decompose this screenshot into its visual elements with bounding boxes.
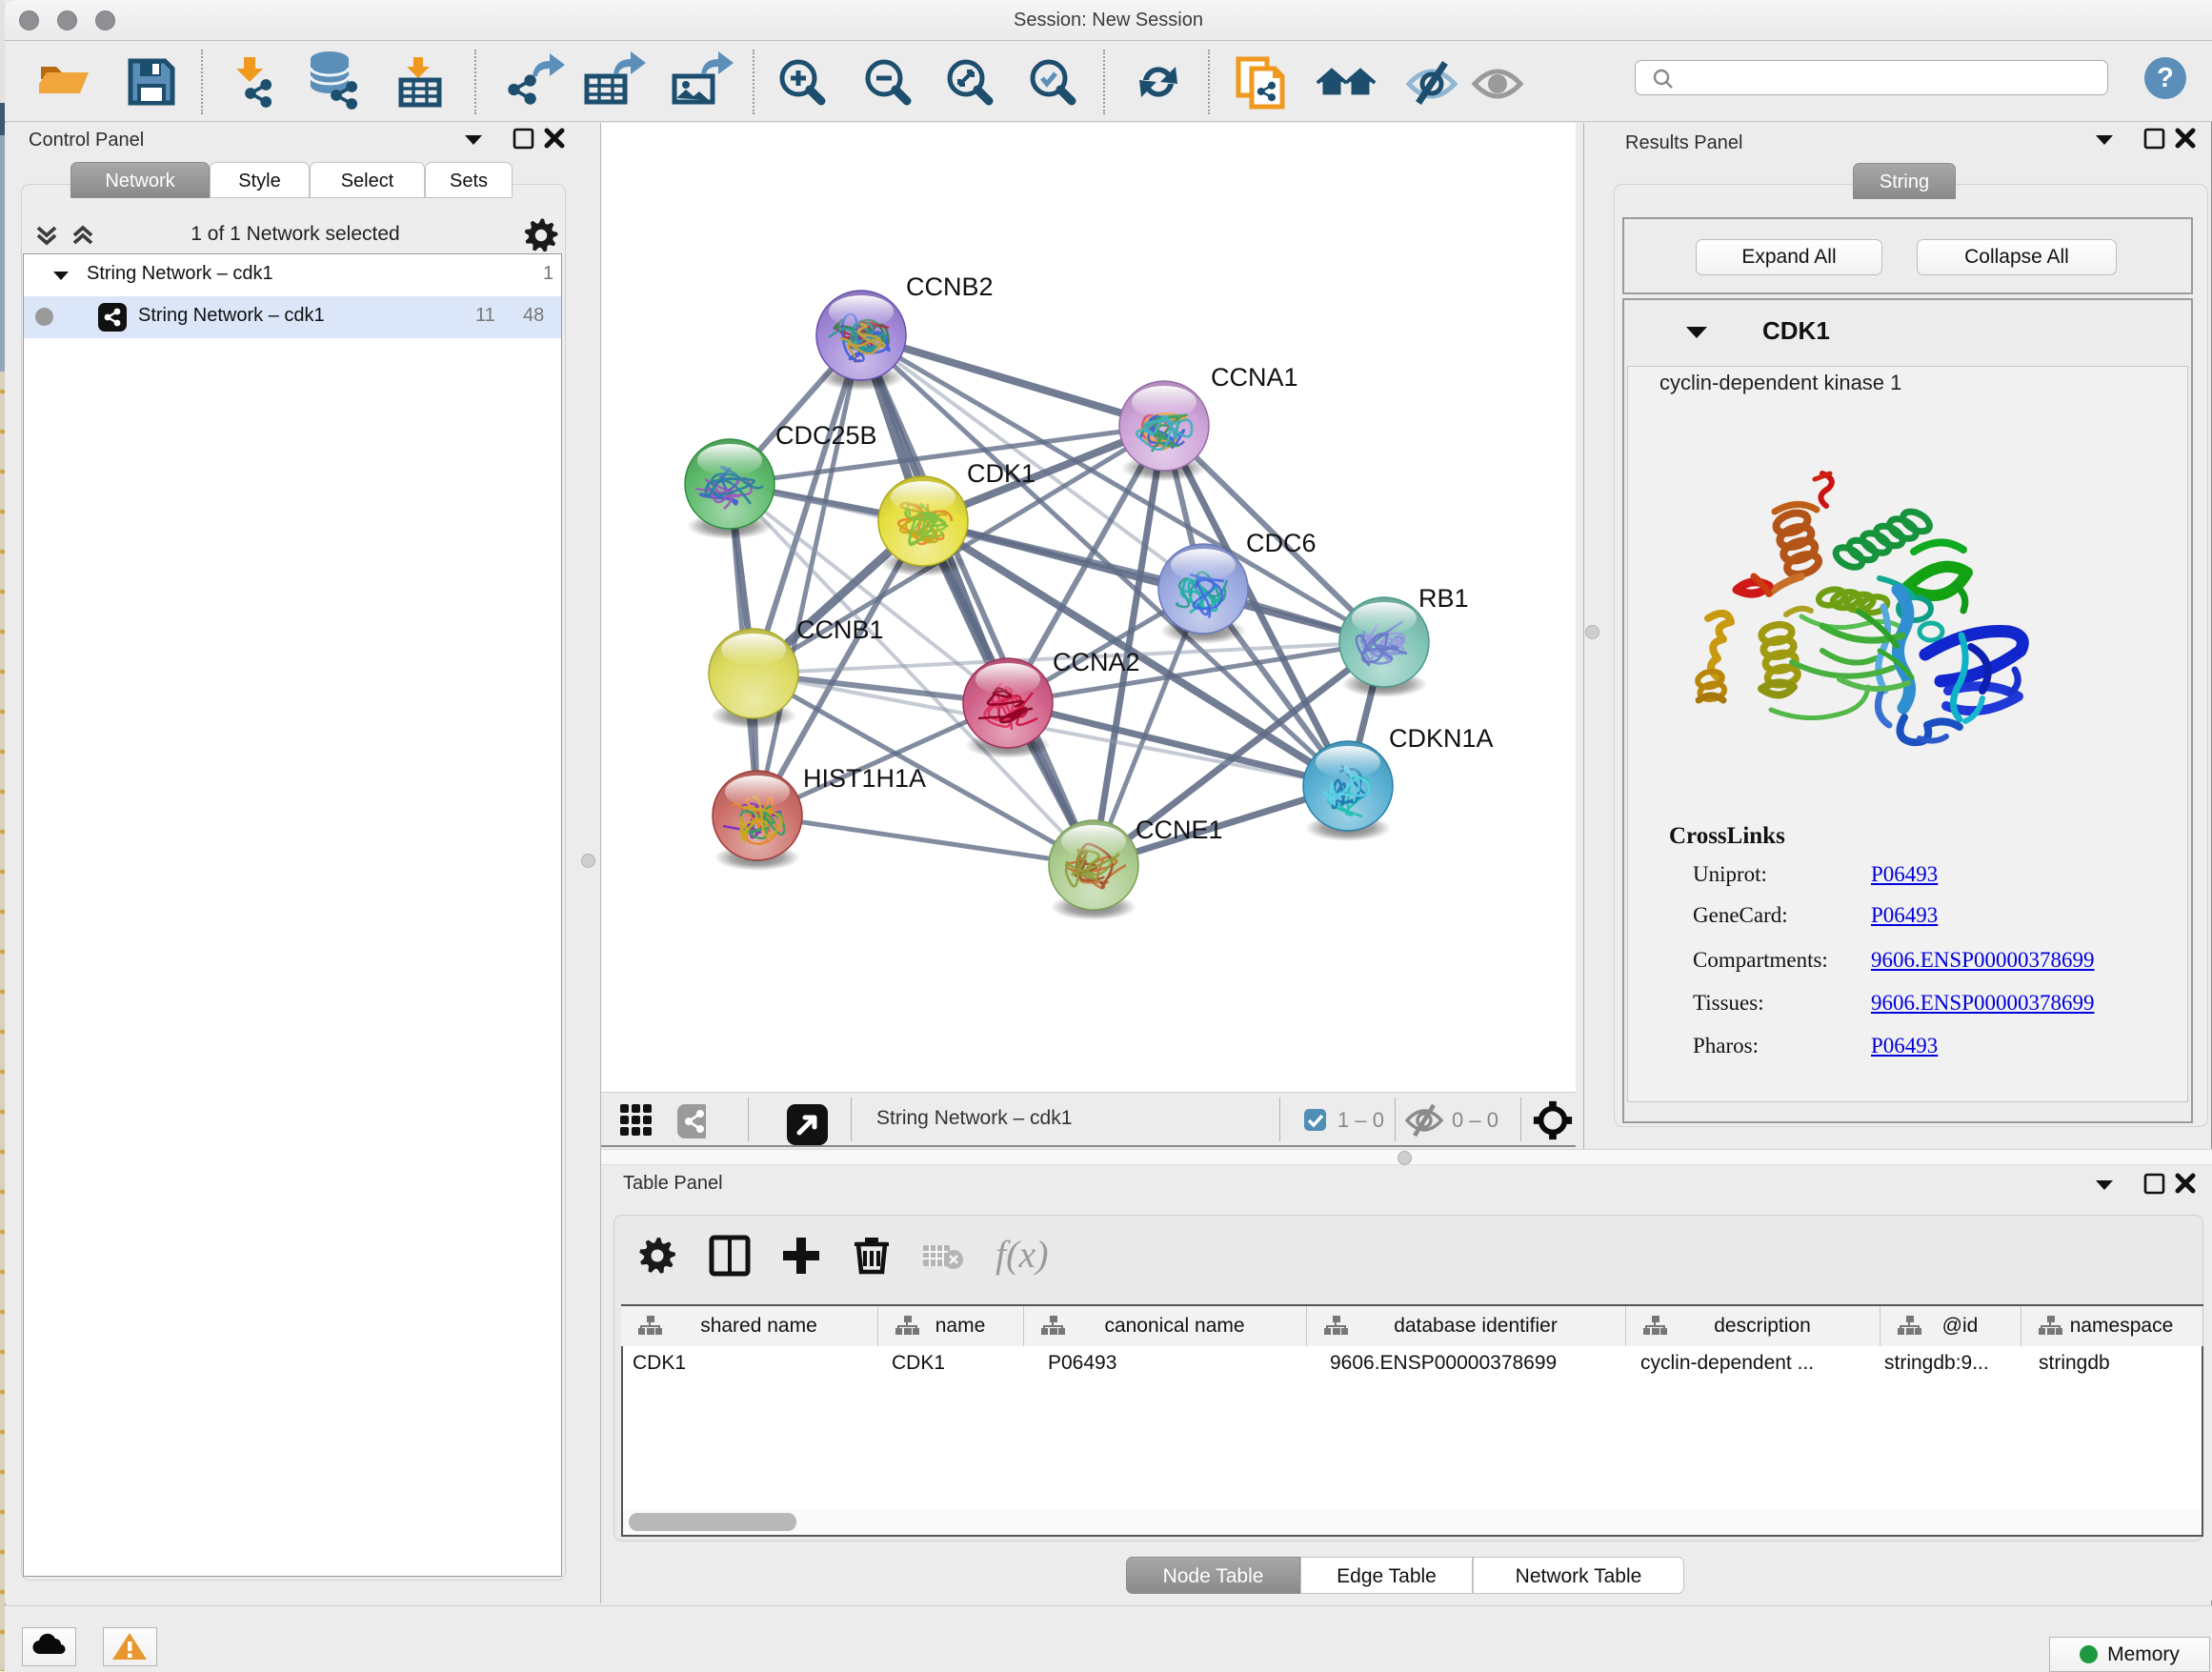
svg-text:CCNA2: CCNA2 [1053,648,1140,676]
svg-text:CCNB1: CCNB1 [796,615,884,644]
svg-text:CDC25B: CDC25B [775,421,877,450]
svg-text:CDK1: CDK1 [967,459,1036,488]
svg-text:CCNE1: CCNE1 [1136,816,1223,844]
svg-text:CCNB2: CCNB2 [906,272,994,301]
svg-text:CDC6: CDC6 [1246,529,1317,557]
svg-text:CCNA1: CCNA1 [1211,363,1298,392]
svg-text:CDKN1A: CDKN1A [1389,724,1494,753]
svg-text:HIST1H1A: HIST1H1A [803,764,926,793]
svg-text:RB1: RB1 [1418,584,1469,613]
svg-text:f(x): f(x) [995,1233,1049,1276]
